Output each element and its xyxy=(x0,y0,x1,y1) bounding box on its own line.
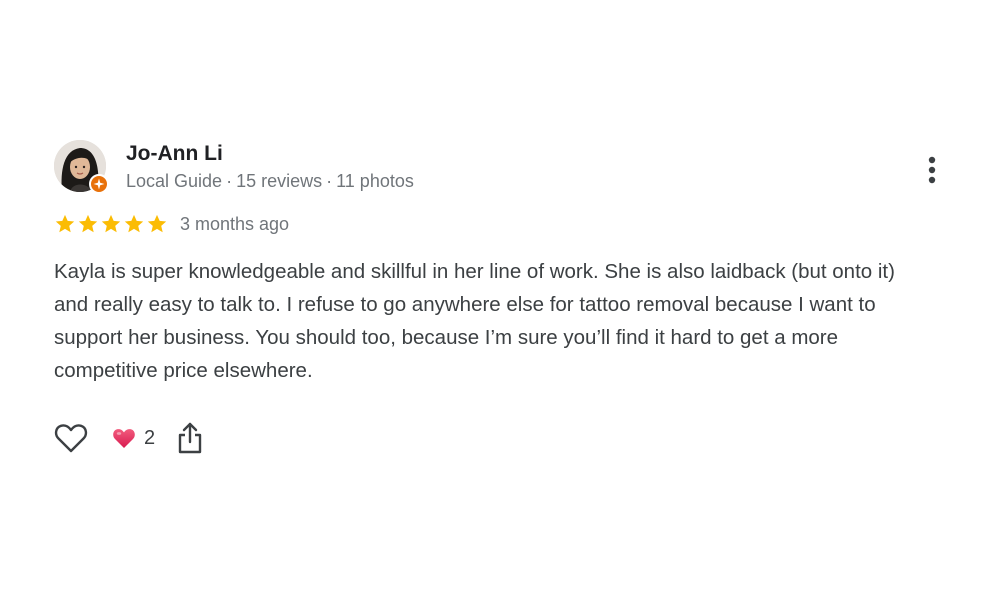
review-time: 3 months ago xyxy=(180,214,290,234)
star-rating xyxy=(54,213,168,235)
reaction-summary[interactable]: 2 xyxy=(112,427,155,450)
author-name[interactable]: Jo-Ann Li xyxy=(126,141,223,167)
star-icon xyxy=(124,214,144,233)
photo-count: 11 photos xyxy=(336,171,414,191)
author-meta: Local Guide · 15 reviews · 11 photos xyxy=(126,170,414,192)
review-actions: 2 xyxy=(54,420,205,456)
more-vert-icon xyxy=(928,156,936,184)
heart-outline-icon xyxy=(54,424,88,453)
review-count: 15 reviews xyxy=(236,171,323,191)
star-icon xyxy=(147,214,167,233)
review-header: Jo-Ann Li Local Guide · 15 reviews · 11 phot… xyxy=(54,140,944,194)
meta-separator: · xyxy=(226,171,233,191)
meta-separator: · xyxy=(326,171,333,191)
star-icon xyxy=(101,214,121,233)
like-button[interactable] xyxy=(54,421,88,455)
star-icon xyxy=(78,214,98,233)
rating-row: 3 months ago xyxy=(54,212,289,236)
more-options-button[interactable] xyxy=(912,150,952,190)
review-text: Kayla is super knowledgeable and skillfu… xyxy=(54,260,895,382)
review-card: Jo-Ann Li Local Guide · 15 reviews · 11 phot… xyxy=(54,140,944,454)
reaction-count: 2 xyxy=(144,426,156,449)
heart-filled-icon xyxy=(113,429,135,448)
local-guide-star-icon xyxy=(89,174,109,194)
share-button[interactable] xyxy=(175,421,205,455)
share-icon xyxy=(178,422,202,454)
local-guide-label: Local Guide xyxy=(126,171,223,191)
star-icon xyxy=(55,214,75,233)
avatar[interactable] xyxy=(54,140,109,194)
